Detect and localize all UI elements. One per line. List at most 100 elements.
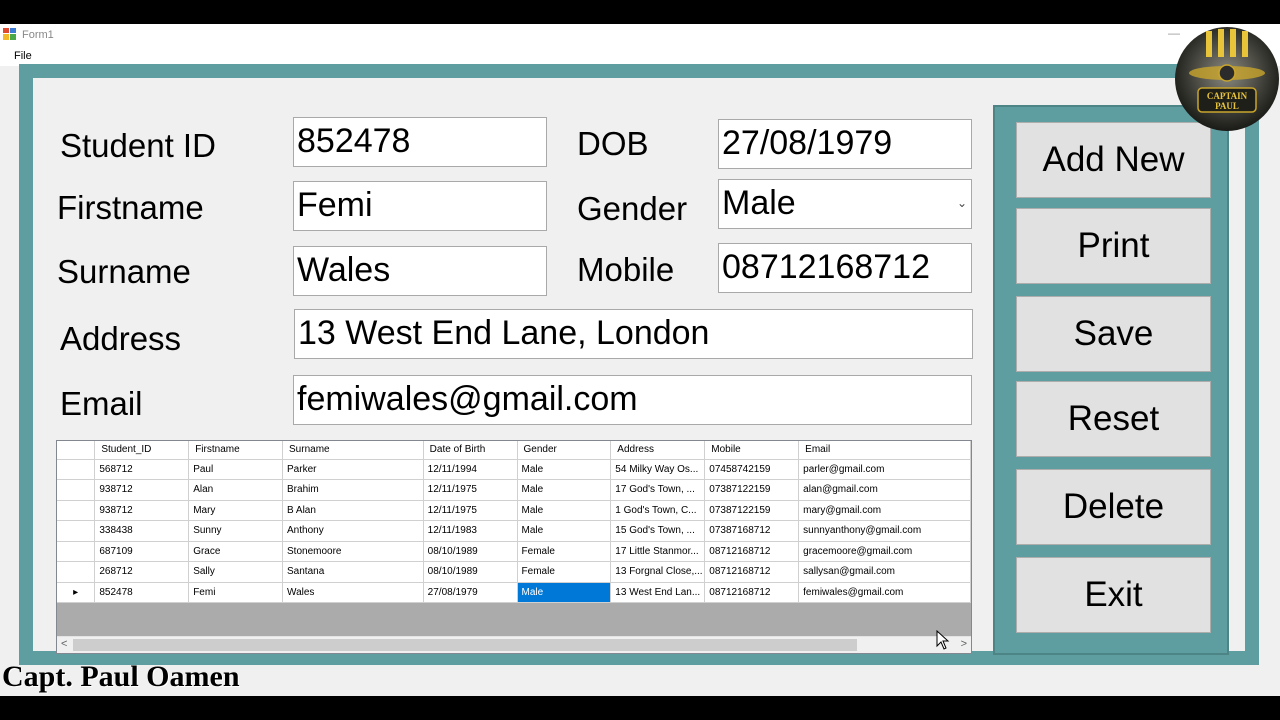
table-cell[interactable]: Female: [517, 561, 612, 583]
row-header[interactable]: [57, 500, 96, 521]
grid-column-header[interactable]: Gender: [517, 441, 612, 460]
row-header[interactable]: [57, 520, 96, 542]
scroll-left-icon[interactable]: <: [61, 638, 67, 650]
row-header[interactable]: [57, 541, 96, 562]
table-cell[interactable]: Mary: [188, 500, 284, 521]
table-cell[interactable]: 568712: [94, 459, 190, 480]
exit-button[interactable]: Exit: [1016, 557, 1211, 633]
table-cell[interactable]: 1 God's Town, C...: [610, 500, 706, 521]
table-cell[interactable]: sunnyanthony@gmail.com: [798, 520, 971, 542]
table-cell[interactable]: Female: [517, 541, 612, 562]
table-cell[interactable]: 17 Little Stanmor...: [610, 541, 706, 562]
add-new-button[interactable]: Add New: [1016, 122, 1211, 198]
table-cell[interactable]: 07387168712: [704, 520, 800, 542]
grid-column-header[interactable]: Mobile: [704, 441, 800, 460]
gender-select[interactable]: Male ⌄: [718, 179, 972, 229]
table-cell[interactable]: 07387122159: [704, 500, 800, 521]
mobile-field[interactable]: 08712168712: [718, 243, 972, 293]
table-cell[interactable]: Brahim: [282, 479, 424, 501]
table-cell[interactable]: gracemoore@gmail.com: [798, 541, 971, 562]
students-grid[interactable]: Student_ID Firstname Surname Date of Birth G…: [56, 440, 972, 654]
row-header[interactable]: [57, 561, 96, 583]
table-cell[interactable]: 08/10/1989: [423, 561, 518, 583]
table-cell[interactable]: 08712168712: [704, 582, 800, 603]
table-row[interactable]: 338438 Sunny Anthony 12/11/1983 Male 15 God's…: [57, 520, 971, 542]
chevron-down-icon[interactable]: ⌄: [957, 180, 967, 226]
table-cell[interactable]: 13 West End Lan...: [610, 582, 706, 603]
table-cell[interactable]: 08/10/1989: [423, 541, 518, 562]
table-cell[interactable]: Male: [517, 520, 612, 542]
table-cell[interactable]: Femi: [188, 582, 284, 603]
table-cell[interactable]: 687109: [94, 541, 190, 562]
grid-column-header[interactable]: Date of Birth: [423, 441, 518, 460]
scrollbar-thumb[interactable]: [73, 639, 857, 651]
table-cell[interactable]: 938712: [94, 500, 190, 521]
row-header[interactable]: ▸: [57, 582, 96, 603]
surname-field[interactable]: Wales: [293, 246, 547, 296]
table-cell[interactable]: mary@gmail.com: [798, 500, 971, 521]
row-header[interactable]: [57, 479, 96, 501]
table-cell[interactable]: Parker: [282, 459, 424, 480]
row-header[interactable]: [57, 459, 96, 480]
table-cell[interactable]: 07387122159: [704, 479, 800, 501]
table-row[interactable]: 938712 Mary B Alan 12/11/1975 Male 1 God's To…: [57, 500, 971, 521]
grid-column-header[interactable]: Address: [610, 441, 706, 460]
address-field[interactable]: 13 West End Lane, London: [294, 309, 973, 359]
table-cell[interactable]: 07458742159: [704, 459, 800, 480]
table-cell[interactable]: Anthony: [282, 520, 424, 542]
table-cell[interactable]: Sunny: [188, 520, 284, 542]
dob-label: DOB: [577, 125, 649, 162]
table-cell[interactable]: Santana: [282, 561, 424, 583]
table-cell[interactable]: 54 Milky Way Os...: [610, 459, 706, 480]
table-row[interactable]: ▸ 852478 Femi Wales 27/08/1979 Male 13 West En…: [57, 582, 971, 603]
table-cell[interactable]: 15 God's Town, ...: [610, 520, 706, 542]
table-cell[interactable]: parler@gmail.com: [798, 459, 971, 480]
table-row[interactable]: 268712 Sally Santana 08/10/1989 Female 13 For…: [57, 561, 971, 583]
grid-column-header[interactable]: Email: [798, 441, 971, 460]
table-cell[interactable]: 27/08/1979: [423, 582, 518, 603]
table-cell[interactable]: 12/11/1975: [423, 479, 518, 501]
grid-column-header[interactable]: Student_ID: [94, 441, 190, 460]
table-cell[interactable]: 938712: [94, 479, 190, 501]
table-row[interactable]: 938712 Alan Brahim 12/11/1975 Male 17 God's T…: [57, 479, 971, 501]
table-cell[interactable]: Wales: [282, 582, 424, 603]
table-cell[interactable]: 08712168712: [704, 561, 800, 583]
table-cell[interactable]: Male: [517, 582, 612, 603]
table-cell[interactable]: 12/11/1983: [423, 520, 518, 542]
table-cell[interactable]: 268712: [94, 561, 190, 583]
table-cell[interactable]: alan@gmail.com: [798, 479, 971, 501]
table-cell[interactable]: Sally: [188, 561, 284, 583]
table-cell[interactable]: femiwales@gmail.com: [798, 582, 971, 603]
student-id-field[interactable]: 852478: [293, 117, 547, 167]
print-button[interactable]: Print: [1016, 208, 1211, 284]
table-cell[interactable]: B Alan: [282, 500, 424, 521]
menu-file[interactable]: File: [14, 50, 32, 62]
reset-button[interactable]: Reset: [1016, 381, 1211, 457]
table-cell[interactable]: Grace: [188, 541, 284, 562]
table-cell[interactable]: 17 God's Town, ...: [610, 479, 706, 501]
table-cell[interactable]: sallysan@gmail.com: [798, 561, 971, 583]
table-cell[interactable]: 08712168712: [704, 541, 800, 562]
table-cell[interactable]: Paul: [188, 459, 284, 480]
table-cell[interactable]: 338438: [94, 520, 190, 542]
save-button[interactable]: Save: [1016, 296, 1211, 372]
grid-column-header[interactable]: Surname: [282, 441, 424, 460]
table-row[interactable]: 687109 Grace Stonemoore 08/10/1989 Female 17 …: [57, 541, 971, 562]
table-cell[interactable]: 13 Forgnal Close,...: [610, 561, 706, 583]
table-cell[interactable]: 12/11/1994: [423, 459, 518, 480]
dob-field[interactable]: 27/08/1979: [718, 119, 972, 169]
firstname-field[interactable]: Femi: [293, 181, 547, 231]
table-cell[interactable]: Stonemoore: [282, 541, 424, 562]
table-row[interactable]: 568712 Paul Parker 12/11/1994 Male 54 Milky W…: [57, 459, 971, 480]
table-cell[interactable]: Male: [517, 500, 612, 521]
table-cell[interactable]: Male: [517, 459, 612, 480]
table-cell[interactable]: Male: [517, 479, 612, 501]
delete-button[interactable]: Delete: [1016, 469, 1211, 545]
horizontal-scrollbar[interactable]: < >: [57, 636, 971, 653]
email-field[interactable]: femiwales@gmail.com: [293, 375, 972, 425]
table-cell[interactable]: Alan: [188, 479, 284, 501]
table-cell[interactable]: 12/11/1975: [423, 500, 518, 521]
table-cell[interactable]: 852478: [94, 582, 190, 603]
scroll-right-icon[interactable]: >: [961, 638, 967, 650]
grid-column-header[interactable]: Firstname: [188, 441, 284, 460]
